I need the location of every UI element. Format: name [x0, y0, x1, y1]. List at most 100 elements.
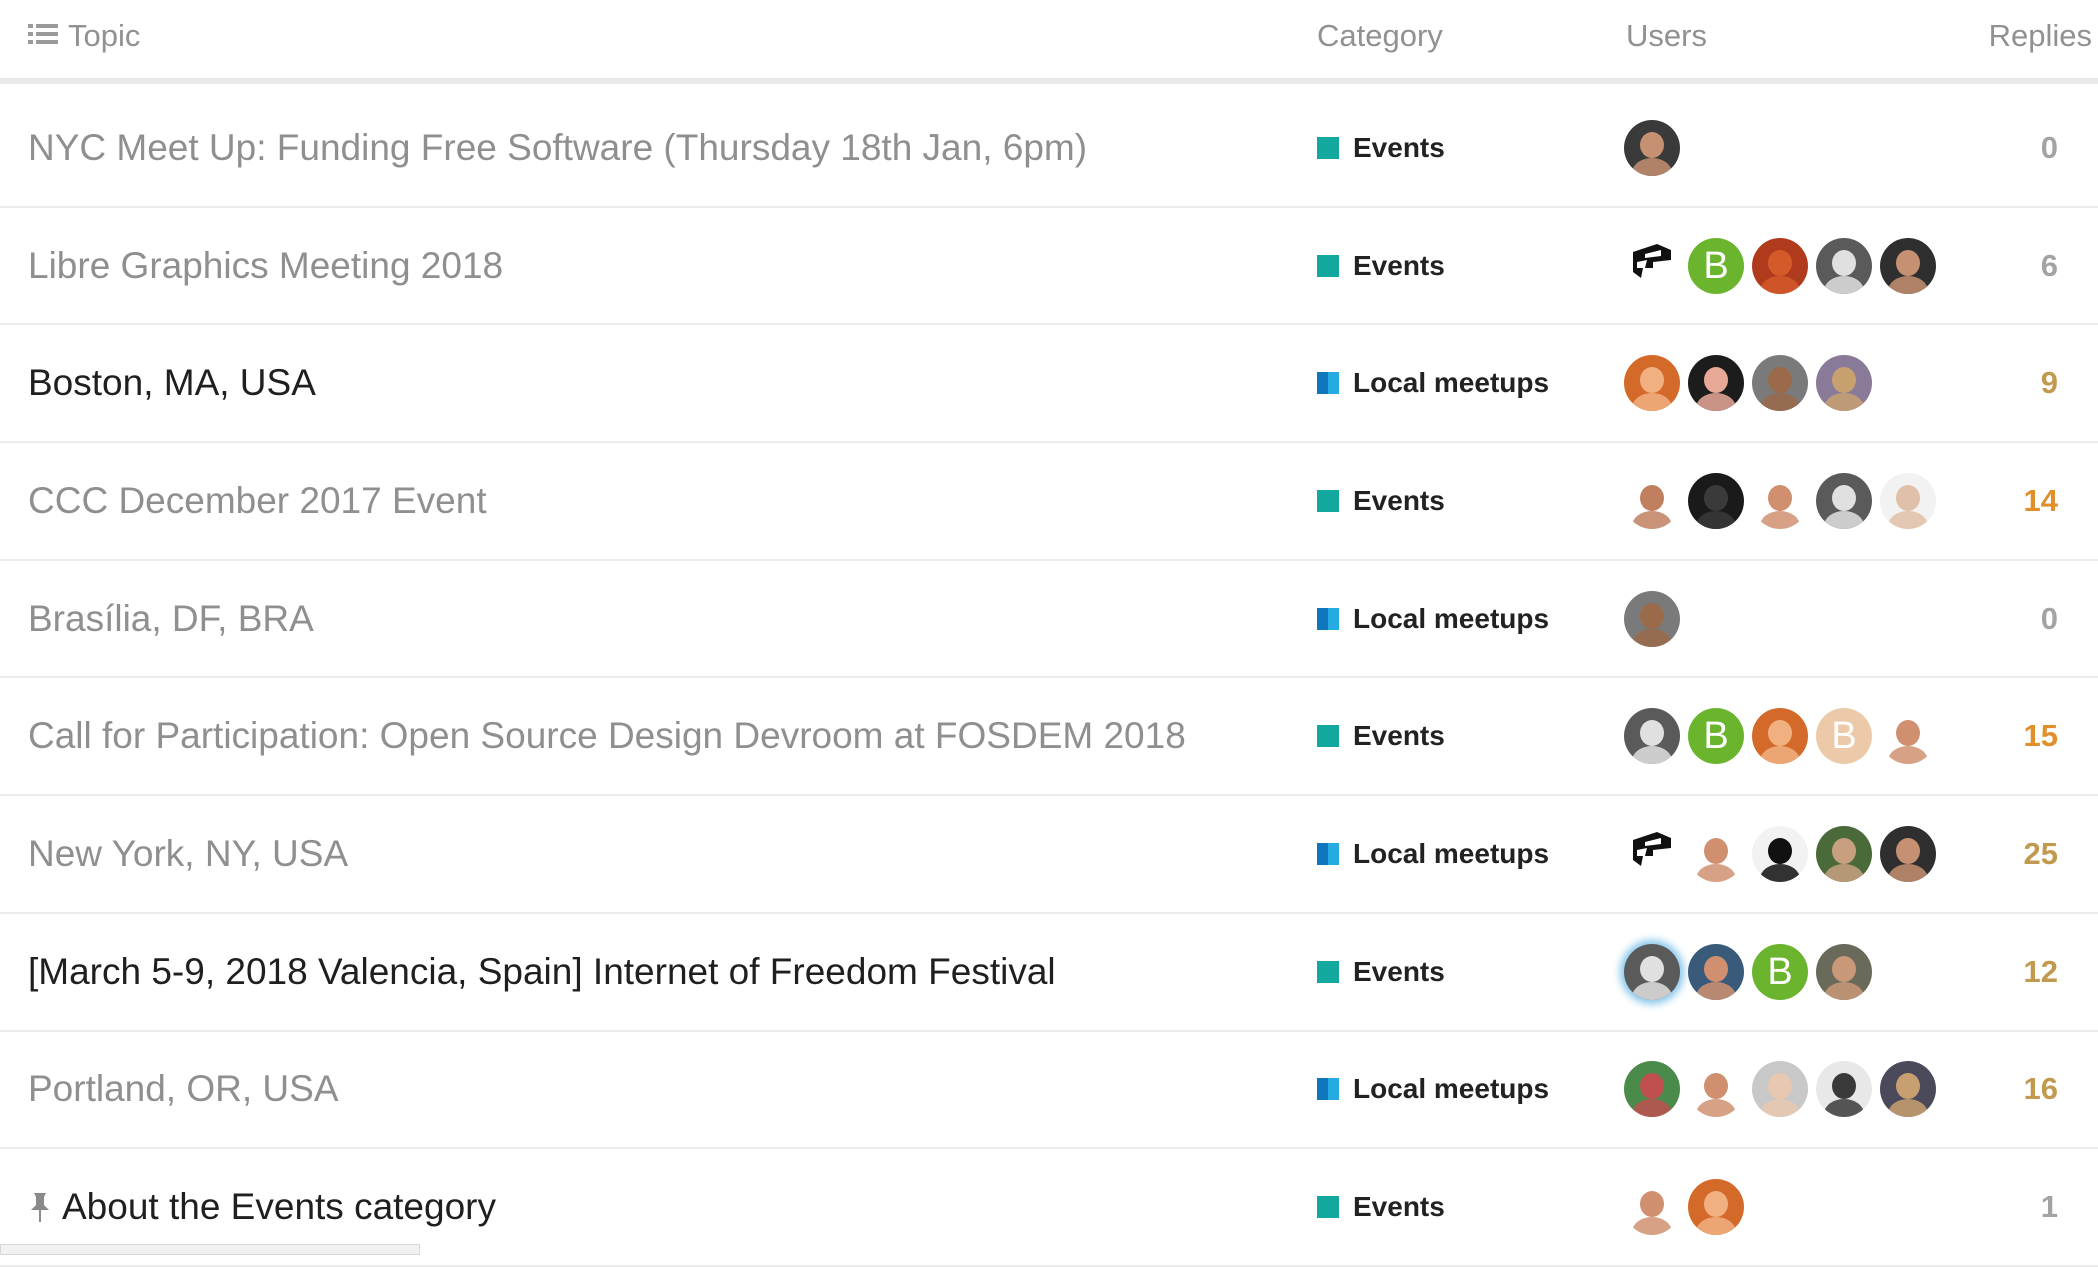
- avatar-face-shape: [1896, 249, 1920, 276]
- topic-row[interactable]: New York, NY, USA Local meetups 25: [0, 796, 2098, 914]
- avatar[interactable]: [1624, 355, 1680, 412]
- replies-count[interactable]: 25: [2024, 836, 2058, 872]
- avatar[interactable]: [1624, 119, 1680, 176]
- avatar[interactable]: [1880, 237, 1936, 294]
- topic-title-link[interactable]: Libre Graphics Meeting 2018: [28, 245, 503, 287]
- category-badge[interactable]: Events: [1317, 720, 1445, 752]
- category-badge[interactable]: Local meetups: [1317, 838, 1549, 870]
- avatar[interactable]: [1816, 472, 1872, 529]
- avatar[interactable]: [1624, 1179, 1680, 1236]
- category-badge[interactable]: Local meetups: [1317, 1073, 1549, 1105]
- avatar[interactable]: B: [1816, 708, 1872, 765]
- avatar[interactable]: [1752, 355, 1808, 412]
- avatar[interactable]: [1752, 825, 1808, 882]
- category-badge[interactable]: Events: [1317, 956, 1445, 988]
- avatar-face-shape: [1640, 131, 1664, 158]
- topic-title-link[interactable]: New York, NY, USA: [28, 833, 348, 875]
- replies-count[interactable]: 9: [2041, 365, 2058, 401]
- category-badge[interactable]: Events: [1317, 132, 1445, 164]
- replies-count[interactable]: 15: [2024, 718, 2058, 754]
- replies-count[interactable]: 0: [2041, 130, 2058, 166]
- column-header-category[interactable]: Category: [1317, 18, 1443, 54]
- avatar[interactable]: B: [1688, 237, 1744, 294]
- avatar[interactable]: [1688, 1061, 1744, 1118]
- avatar[interactable]: [1624, 1061, 1680, 1118]
- topic-row[interactable]: Call for Participation: Open Source Desi…: [0, 678, 2098, 797]
- avatar[interactable]: B: [1688, 708, 1744, 765]
- avatar-body-shape: [1760, 746, 1800, 765]
- replies-count[interactable]: 6: [2041, 248, 2058, 284]
- replies-count[interactable]: 12: [2024, 954, 2058, 990]
- replies-count[interactable]: 16: [2024, 1071, 2058, 1107]
- avatar-body-shape: [1632, 746, 1672, 765]
- topic-title-link[interactable]: [March 5-9, 2018 Valencia, Spain] Intern…: [28, 951, 1056, 993]
- avatar[interactable]: [1688, 825, 1744, 882]
- topic-title-link[interactable]: NYC Meet Up: Funding Free Software (Thur…: [28, 127, 1087, 169]
- column-header-topic[interactable]: Topic: [28, 18, 140, 54]
- topic-title-link[interactable]: Call for Participation: Open Source Desi…: [28, 715, 1186, 757]
- avatar[interactable]: [1624, 825, 1680, 882]
- avatar-face-shape: [1640, 1073, 1664, 1100]
- topic-title-link[interactable]: Brasília, DF, BRA: [28, 598, 314, 640]
- avatar[interactable]: [1624, 590, 1680, 647]
- avatar-face-shape: [1704, 1073, 1728, 1100]
- avatar[interactable]: [1752, 237, 1808, 294]
- topic-row[interactable]: NYC Meet Up: Funding Free Software (Thur…: [0, 90, 2098, 208]
- avatar-body-shape: [1888, 746, 1928, 765]
- avatar-body-shape: [1632, 510, 1672, 529]
- avatar[interactable]: [1752, 472, 1808, 529]
- category-color-swatch: [1317, 1196, 1339, 1219]
- avatar[interactable]: [1688, 472, 1744, 529]
- avatar-letter: B: [1831, 715, 1857, 758]
- topic-title-link[interactable]: Boston, MA, USA: [28, 362, 316, 404]
- category-name: Events: [1353, 1191, 1445, 1223]
- category-badge[interactable]: Events: [1317, 250, 1445, 282]
- category-color-swatch: [1317, 842, 1339, 865]
- replies-count[interactable]: 1: [2041, 1189, 2058, 1225]
- avatar[interactable]: [1816, 825, 1872, 882]
- avatar[interactable]: [1880, 825, 1936, 882]
- column-header-users: Users: [1626, 18, 1707, 53]
- avatar[interactable]: [1880, 708, 1936, 765]
- topic-row[interactable]: [March 5-9, 2018 Valencia, Spain] Intern…: [0, 914, 2098, 1032]
- avatar[interactable]: [1688, 1179, 1744, 1236]
- topic-posters: [1624, 119, 1680, 176]
- topic-row[interactable]: Libre Graphics Meeting 2018 Events B 6: [0, 208, 2098, 326]
- avatar[interactable]: [1880, 1061, 1936, 1118]
- avatar-face-shape: [1896, 837, 1920, 864]
- avatar[interactable]: [1688, 943, 1744, 1000]
- avatar[interactable]: [1816, 355, 1872, 412]
- topic-row[interactable]: CCC December 2017 Event Events 14: [0, 443, 2098, 561]
- category-name: Local meetups: [1353, 367, 1550, 399]
- avatar[interactable]: [1624, 943, 1680, 1000]
- topic-posters: [1624, 1179, 1744, 1236]
- avatar[interactable]: [1816, 237, 1872, 294]
- avatar[interactable]: [1752, 708, 1808, 765]
- avatar-face-shape: [1832, 484, 1856, 511]
- avatar-body-shape: [1696, 981, 1736, 1000]
- category-badge[interactable]: Local meetups: [1317, 603, 1549, 635]
- horizontal-scrollbar[interactable]: [0, 1244, 420, 1255]
- avatar[interactable]: [1752, 1061, 1808, 1118]
- category-badge[interactable]: Events: [1317, 1191, 1445, 1223]
- replies-count[interactable]: 0: [2041, 601, 2058, 637]
- replies-count[interactable]: 14: [2024, 483, 2058, 519]
- topic-row[interactable]: Portland, OR, USA Local meetups 16: [0, 1032, 2098, 1150]
- category-badge[interactable]: Events: [1317, 485, 1445, 517]
- avatar[interactable]: [1816, 943, 1872, 1000]
- category-badge[interactable]: Local meetups: [1317, 367, 1549, 399]
- avatar[interactable]: [1624, 708, 1680, 765]
- topic-title-link[interactable]: Portland, OR, USA: [28, 1068, 339, 1110]
- column-header-replies[interactable]: Replies: [1989, 18, 2092, 54]
- column-header-topic-label: Topic: [68, 18, 141, 53]
- avatar[interactable]: [1880, 472, 1936, 529]
- avatar[interactable]: [1624, 237, 1680, 294]
- topic-row[interactable]: Boston, MA, USA Local meetups 9: [0, 325, 2098, 444]
- topic-title-link[interactable]: About the Events category: [28, 1186, 496, 1228]
- avatar[interactable]: [1624, 472, 1680, 529]
- topic-title-link[interactable]: CCC December 2017 Event: [28, 480, 487, 522]
- avatar[interactable]: [1688, 355, 1744, 412]
- avatar[interactable]: [1816, 1061, 1872, 1118]
- avatar[interactable]: B: [1752, 943, 1808, 1000]
- topic-row[interactable]: Brasília, DF, BRA Local meetups 0: [0, 561, 2098, 679]
